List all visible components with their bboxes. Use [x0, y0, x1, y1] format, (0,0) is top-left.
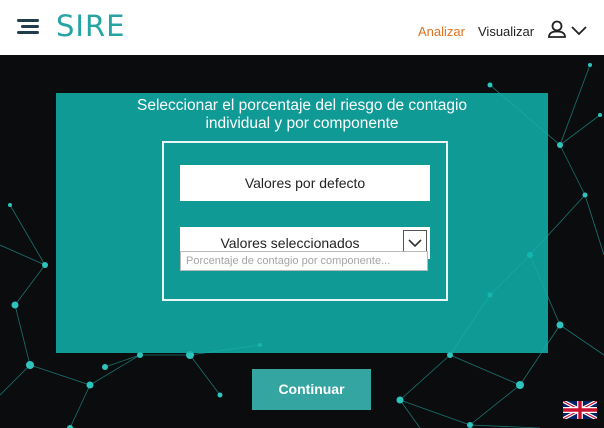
menu-icon[interactable]: [17, 19, 39, 35]
risk-selection-panel: Seleccionar el porcentaje del riesgo de …: [56, 93, 548, 353]
component-percentage-input[interactable]: [180, 251, 428, 271]
dropdown-label: Valores seleccionados: [220, 235, 360, 251]
panel-title-line2: individual y por componente: [205, 115, 399, 132]
options-box: Valores por defecto Valores seleccionado…: [162, 141, 448, 301]
nav-visualizar[interactable]: Visualizar: [478, 24, 534, 39]
hero-background: Seleccionar el porcentaje del riesgo de …: [0, 55, 604, 428]
continue-button[interactable]: Continuar: [252, 369, 371, 410]
default-values-button[interactable]: Valores por defecto: [180, 165, 430, 201]
panel-title: Seleccionar el porcentaje del riesgo de …: [56, 97, 548, 133]
top-header: SIRE Analizar Visualizar: [0, 0, 604, 55]
chevron-down-icon[interactable]: [571, 26, 587, 36]
panel-title-line1: Seleccionar el porcentaje del riesgo de …: [136, 97, 468, 114]
app-logo[interactable]: SIRE: [56, 9, 125, 43]
nav-analizar[interactable]: Analizar: [418, 24, 465, 39]
user-icon[interactable]: [547, 20, 567, 38]
uk-flag-icon[interactable]: [563, 401, 597, 419]
